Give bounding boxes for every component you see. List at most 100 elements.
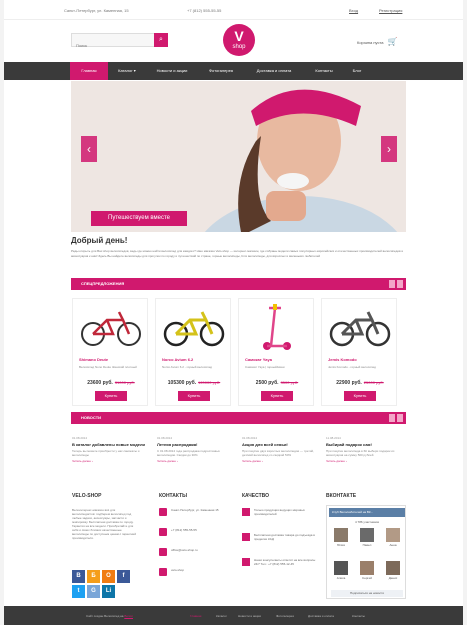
news-date: 11.08.2014 bbox=[326, 436, 341, 440]
nav-item-catalog[interactable]: Каталог ▾ bbox=[108, 62, 146, 80]
nav-item-contacts[interactable]: Контакты bbox=[304, 62, 344, 80]
top-address: Санкт-Петербург, ул. Каменная, 15 bbox=[64, 8, 129, 13]
news-text: При покупке велосипеда в 6К выбери подар… bbox=[326, 449, 395, 457]
product-desc: Самокат Yaya | горный/мини bbox=[245, 365, 285, 369]
read-more-link[interactable]: Читать далее › bbox=[72, 459, 148, 463]
contact-skype[interactable]: velo-shop bbox=[159, 568, 229, 576]
vk-subscribe-button[interactable]: Подписаться на новости bbox=[331, 590, 403, 597]
product-name[interactable]: Jemis Komodo bbox=[328, 357, 357, 362]
read-more-link[interactable]: Читать далее › bbox=[326, 459, 402, 463]
social-linkedin-icon[interactable]: Li bbox=[102, 585, 115, 598]
slider-next-button[interactable]: › bbox=[381, 136, 397, 162]
contact-email[interactable]: office@velo-shop.ru bbox=[159, 548, 229, 556]
logo[interactable]: V shop bbox=[223, 24, 255, 56]
vk-member-name: Сергей bbox=[362, 576, 372, 580]
nav-item-blog[interactable]: Блог bbox=[344, 62, 370, 80]
read-more-link[interactable]: Читать далее › bbox=[242, 459, 318, 463]
cart[interactable]: Корзина пуста 🛒 bbox=[357, 37, 397, 46]
nav-item-delivery[interactable]: Доставка и оплата bbox=[244, 62, 304, 80]
slider-prev-button[interactable]: ‹ bbox=[81, 136, 97, 162]
contact-address: Санкт-Петербург, ул. Каменная 15 bbox=[159, 508, 229, 516]
footer-link-news[interactable]: Новости и акции bbox=[238, 614, 261, 618]
social-facebook-icon[interactable]: f bbox=[117, 570, 130, 583]
news-date: 01.08.2014 bbox=[242, 436, 258, 440]
avatar[interactable] bbox=[334, 561, 348, 575]
top-bar: Санкт-Петербург, ул. Каменная, 15 +7 (81… bbox=[4, 0, 463, 20]
buy-button[interactable]: Купить bbox=[261, 391, 293, 401]
news-prev-button[interactable] bbox=[389, 414, 395, 422]
footer-link-delivery[interactable]: Доставка и оплата bbox=[308, 614, 334, 618]
social-twitter-icon[interactable]: t bbox=[72, 585, 85, 598]
product-name[interactable]: Norco Avium 6.2 bbox=[162, 357, 193, 362]
social-ok-icon[interactable]: О bbox=[102, 570, 115, 583]
nav-item-news[interactable]: Новости и акции bbox=[146, 62, 198, 80]
vk-members-count: 4 786 участников bbox=[355, 520, 379, 524]
location-icon bbox=[159, 508, 167, 516]
vk-member-name: Павел bbox=[362, 543, 372, 547]
read-more-link[interactable]: Читать далее › bbox=[157, 459, 233, 463]
avatar[interactable] bbox=[360, 561, 374, 575]
register-link[interactable]: Регистрация bbox=[379, 8, 402, 13]
welcome-title: Добрый день! bbox=[71, 236, 128, 245]
mail-icon bbox=[159, 548, 167, 556]
login-link[interactable]: Вход bbox=[349, 8, 358, 13]
news-text: При покупке двух взрослых велосипедов — … bbox=[242, 449, 314, 457]
buy-button[interactable]: Купить bbox=[95, 391, 127, 401]
avatar[interactable] bbox=[360, 528, 374, 542]
support-icon bbox=[242, 558, 250, 566]
footer-link-home[interactable]: Главная bbox=[190, 614, 201, 618]
buy-button[interactable]: Купить bbox=[344, 391, 376, 401]
quality-item: Наши консультанты ответят на все вопросы… bbox=[242, 558, 317, 566]
social-google-icon[interactable]: G bbox=[87, 585, 100, 598]
search-box: ⌕ bbox=[71, 33, 168, 52]
product-price: 2500 руб. 3500 руб. bbox=[255, 380, 299, 386]
vk-group-link[interactable]: Клуб Велолюбителей на ВК... bbox=[329, 508, 405, 517]
specials-prev-button[interactable] bbox=[389, 280, 395, 288]
product-price: 23600 руб. 31000 руб. bbox=[87, 380, 135, 386]
phone-icon bbox=[159, 528, 167, 536]
delivery-icon bbox=[242, 533, 250, 541]
avatar[interactable] bbox=[386, 528, 400, 542]
avatar[interactable] bbox=[334, 528, 348, 542]
social-vk-icon[interactable]: В bbox=[72, 570, 85, 583]
news-text: С 01.08.2014 года распродажа подростковы… bbox=[157, 449, 220, 457]
copyright-link[interactable]: Велоn bbox=[124, 614, 133, 618]
specials-next-button[interactable] bbox=[397, 280, 403, 288]
footer-link-gallery[interactable]: Фотогалерея bbox=[276, 614, 294, 618]
cart-label: Корзина пуста bbox=[357, 40, 384, 45]
nav-item-home[interactable]: Главная bbox=[70, 62, 108, 80]
news-bar: НОВОСТИ bbox=[71, 412, 406, 424]
product-desc: Велосипед Nono Deute Женский плотный bbox=[79, 365, 137, 369]
product-name[interactable]: Самокат Yaya bbox=[245, 357, 272, 362]
vk-widget: Клуб Велолюбителей на ВК... 4 786 участн… bbox=[326, 505, 406, 599]
quality-icon bbox=[242, 508, 250, 516]
news-item: 01.08.2014 В каталог добавлены новые мод… bbox=[72, 436, 148, 463]
news-title-link[interactable]: Акция для всей семьи! bbox=[242, 442, 318, 447]
news-date: 01.08.2014 bbox=[72, 436, 88, 440]
news-title-link[interactable]: Выбирай подарок сам! bbox=[326, 442, 402, 447]
skype-icon bbox=[159, 568, 167, 576]
footer-link-catalog[interactable]: Каталог bbox=[216, 614, 227, 618]
news-title-link[interactable]: В каталог добавлены новые модели bbox=[72, 442, 148, 447]
news-next-button[interactable] bbox=[397, 414, 403, 422]
social-blogger-icon[interactable]: Б bbox=[87, 570, 100, 583]
top-phone: +7 (812) 555-55-55 bbox=[187, 8, 222, 13]
chevron-right-icon: › bbox=[387, 142, 391, 156]
specials-bar: СПЕЦПРЕДЛОЖЕНИЯ bbox=[71, 278, 406, 290]
bike-image bbox=[163, 311, 225, 347]
avatar[interactable] bbox=[386, 561, 400, 575]
logo-text: shop bbox=[232, 44, 246, 50]
product-card: Norco Avium 6.2 Norco Avium 6.2 - горный… bbox=[155, 298, 231, 406]
news-title-link[interactable]: Летняя распродажа! bbox=[157, 442, 233, 447]
about-title: VELO-SHOP bbox=[72, 493, 102, 499]
welcome-text: Рады открыть для Вас shop велосипедов, в… bbox=[71, 249, 404, 258]
bike-image bbox=[81, 311, 141, 346]
nav-item-gallery[interactable]: Фотогалерея bbox=[198, 62, 244, 80]
buy-button[interactable]: Купить bbox=[178, 391, 210, 401]
search-input[interactable] bbox=[72, 39, 152, 52]
slider-caption: Путешествуем вместе bbox=[91, 211, 187, 226]
copyright: Сайт создан Велосипед на Велоn bbox=[86, 614, 134, 618]
search-button[interactable]: ⌕ bbox=[154, 33, 168, 47]
product-name[interactable]: Shimano Deute bbox=[79, 357, 108, 362]
footer-link-contacts[interactable]: Контакты bbox=[352, 614, 365, 618]
